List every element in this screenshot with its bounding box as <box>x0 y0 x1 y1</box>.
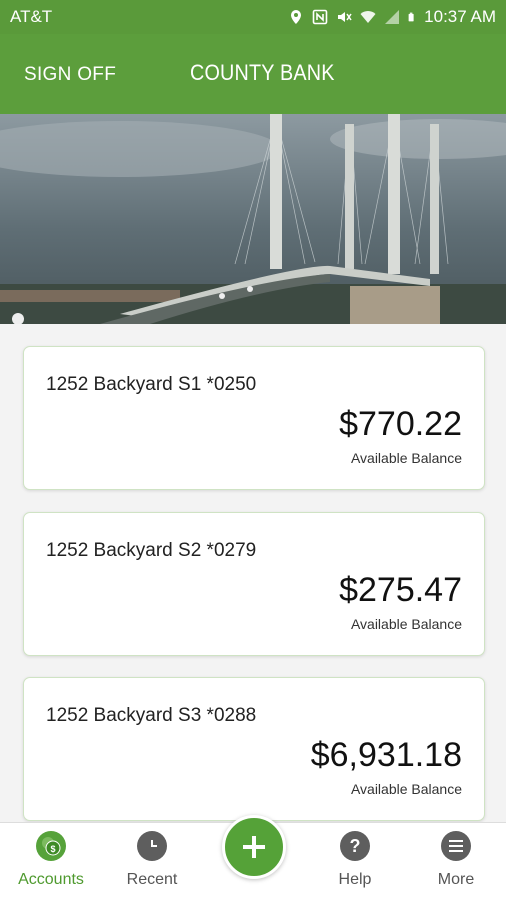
balance-caption: Available Balance <box>350 616 462 632</box>
clock: 10:37 AM <box>424 7 496 26</box>
account-card[interactable]: 1252 Backyard S3 *0288 $6,931.18 Availab… <box>23 677 485 821</box>
app-title: COUNTY BANK <box>190 60 335 85</box>
account-balance: $275.47 <box>339 571 462 609</box>
account-name: 1252 Backyard S2 *0279 <box>46 540 257 561</box>
tab-label: Recent <box>126 871 178 888</box>
tab-recent[interactable]: Recent <box>102 823 202 900</box>
wifi-icon <box>360 11 376 23</box>
account-name: 1252 Backyard S1 *0250 <box>46 374 257 395</box>
tab-accounts[interactable]: $ Accounts <box>1 823 101 900</box>
tab-help[interactable]: ? Help <box>305 823 405 900</box>
balance-caption: Available Balance <box>350 450 462 466</box>
accounts-icon: $ <box>36 831 66 861</box>
add-button[interactable] <box>222 815 286 879</box>
location-icon <box>291 10 302 24</box>
help-icon: ? <box>340 831 370 861</box>
carrier-label: AT&T <box>10 7 53 26</box>
account-name: 1252 Backyard S3 *0288 <box>46 705 257 726</box>
svg-text:$: $ <box>50 844 55 854</box>
tab-more[interactable]: More <box>406 823 506 900</box>
status-icons <box>288 9 418 25</box>
nfc-icon <box>312 9 328 25</box>
tab-label: More <box>437 871 475 888</box>
battery-icon <box>408 12 414 22</box>
app-header: SIGN OFF COUNTY BANK <box>0 34 506 114</box>
account-card[interactable]: 1252 Backyard S1 *0250 $770.22 Available… <box>23 346 485 490</box>
account-card[interactable]: 1252 Backyard S2 *0279 $275.47 Available… <box>23 512 485 656</box>
account-balance: $6,931.18 <box>310 736 462 774</box>
hero-image <box>0 114 506 324</box>
menu-icon <box>441 831 471 861</box>
plus-icon <box>243 836 265 858</box>
tab-label: Accounts <box>18 871 84 888</box>
tab-label: Help <box>338 871 372 888</box>
status-bar: AT&T 10:37 AM <box>0 0 506 34</box>
signal-icon <box>385 10 400 24</box>
mute-icon <box>338 12 352 22</box>
sign-off-button[interactable]: SIGN OFF <box>24 64 116 86</box>
clock-icon <box>137 831 167 861</box>
balance-caption: Available Balance <box>350 781 462 797</box>
account-balance: $770.22 <box>339 405 462 443</box>
accounts-list: 1252 Backyard S1 *0250 $770.22 Available… <box>0 324 506 822</box>
bottom-tab-bar: $ Accounts Recent ? Help More <box>0 815 506 900</box>
